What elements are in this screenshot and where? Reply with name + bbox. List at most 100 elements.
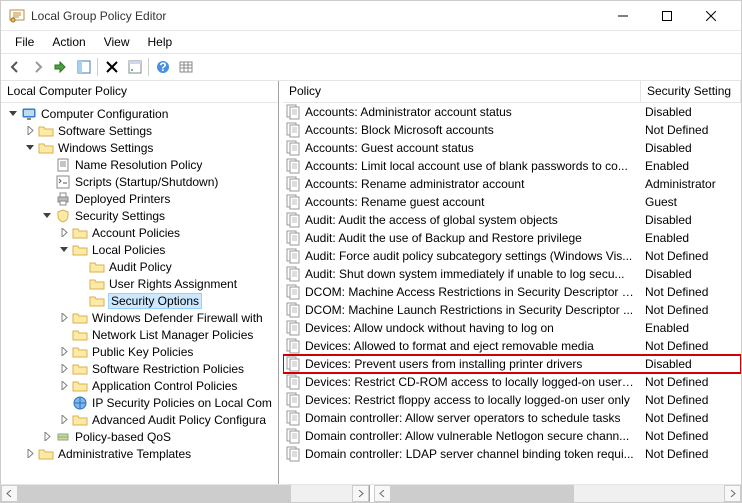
tree-item[interactable]: Software Restriction Policies [1,360,278,377]
twisty-closed-icon[interactable] [58,380,70,392]
folder-icon [72,344,88,360]
twisty-closed-icon[interactable] [24,125,36,137]
tree-item[interactable]: Security Options [1,292,278,309]
policy-row[interactable]: Audit: Audit the access of global system… [283,211,741,229]
left-hscrollbar[interactable] [1,485,370,502]
policy-row[interactable]: Accounts: Limit local account use of bla… [283,157,741,175]
tree-item[interactable]: Policy-based QoS [1,428,278,445]
twisty-closed-icon[interactable] [24,448,36,460]
up-button[interactable] [49,56,72,78]
twisty-open-icon[interactable] [41,210,53,222]
tree-item[interactable]: Security Settings [1,207,278,224]
policy-row[interactable]: DCOM: Machine Launch Restrictions in Sec… [283,301,741,319]
policy-icon [285,230,301,246]
policy-row[interactable]: Devices: Restrict floppy access to local… [283,391,741,409]
policy-row[interactable]: Domain controller: Allow server operator… [283,409,741,427]
policy-icon [285,338,301,354]
close-button[interactable] [689,2,733,30]
tree-item[interactable]: Windows Settings [1,139,278,156]
menu-view[interactable]: View [96,33,138,51]
tree-item[interactable]: Local Policies [1,241,278,258]
policy-setting: Not Defined [641,249,741,263]
policy-row[interactable]: Devices: Prevent users from installing p… [283,355,741,373]
policy-row[interactable]: Devices: Restrict CD-ROM access to local… [283,373,741,391]
policy-row[interactable]: Domain controller: LDAP server channel b… [283,445,741,463]
menu-file[interactable]: File [7,33,42,51]
right-hscrollbar[interactable] [374,485,742,502]
menu-action[interactable]: Action [44,33,93,51]
scroll-left-icon[interactable] [1,485,18,502]
properties-button[interactable] [123,56,146,78]
twisty-closed-icon[interactable] [58,312,70,324]
policy-name: Audit: Audit the use of Backup and Resto… [305,231,641,245]
menu-help[interactable]: Help [140,33,181,51]
tree-item[interactable]: Administrative Templates [1,445,278,462]
tree-item[interactable]: Scripts (Startup/Shutdown) [1,173,278,190]
tree-item-label: Security Settings [74,209,166,223]
policy-row[interactable]: Accounts: Rename guest accountGuest [283,193,741,211]
twisty-closed-icon[interactable] [58,346,70,358]
tree-item[interactable]: Name Resolution Policy [1,156,278,173]
tree-item[interactable]: Software Settings [1,122,278,139]
tree-item-label: Account Policies [91,226,181,240]
policy-row[interactable]: Accounts: Rename administrator accountAd… [283,175,741,193]
twisty-open-icon[interactable] [58,244,70,256]
tree-item[interactable]: Deployed Printers [1,190,278,207]
policy-row[interactable]: Devices: Allow undock without having to … [283,319,741,337]
help-button[interactable]: ? [151,56,174,78]
minimize-button[interactable] [601,2,645,30]
policy-row[interactable]: Audit: Audit the use of Backup and Resto… [283,229,741,247]
folder-icon [72,361,88,377]
policy-row[interactable]: Accounts: Guest account statusDisabled [283,139,741,157]
scroll-right-icon[interactable] [352,485,369,502]
policy-row[interactable]: Audit: Shut down system immediately if u… [283,265,741,283]
tree-item[interactable]: Application Control Policies [1,377,278,394]
folder-icon [89,276,105,292]
twisty-closed-icon[interactable] [58,414,70,426]
twisty-open-icon[interactable] [7,108,19,120]
tree-item[interactable]: Account Policies [1,224,278,241]
tree-item[interactable]: Public Key Policies [1,343,278,360]
show-hide-tree-button[interactable] [72,56,95,78]
tree-item-label: Public Key Policies [91,345,194,359]
delete-button[interactable] [100,56,123,78]
column-header[interactable]: Policy Security Setting [283,81,741,103]
tree-item[interactable]: IP Security Policies on Local Com [1,394,278,411]
policy-list[interactable]: Accounts: Administrator account statusDi… [283,103,741,484]
policy-row[interactable]: DCOM: Machine Access Restrictions in Sec… [283,283,741,301]
col-policy[interactable]: Policy [283,81,641,102]
policy-setting: Not Defined [641,429,741,443]
tree-item[interactable]: Advanced Audit Policy Configura [1,411,278,428]
col-security-setting[interactable]: Security Setting [641,81,741,102]
scroll-right-icon[interactable] [724,485,741,502]
policy-setting: Enabled [641,231,741,245]
policy-setting: Disabled [641,141,741,155]
policy-icon [285,284,301,300]
tree-item[interactable]: Network List Manager Policies [1,326,278,343]
maximize-button[interactable] [645,2,689,30]
scroll-left-icon[interactable] [374,485,391,502]
tree-item[interactable]: Windows Defender Firewall with [1,309,278,326]
twisty-closed-icon[interactable] [58,363,70,375]
forward-button[interactable] [26,56,49,78]
policy-name: Accounts: Limit local account use of bla… [305,159,641,173]
twisty-open-icon[interactable] [24,142,36,154]
policy-row[interactable]: Audit: Force audit policy subcategory se… [283,247,741,265]
tree-item[interactable]: Audit Policy [1,258,278,275]
tree-item[interactable]: User Rights Assignment [1,275,278,292]
policy-row[interactable]: Accounts: Block Microsoft accountsNot De… [283,121,741,139]
tree-item-label: Software Restriction Policies [91,362,245,376]
back-button[interactable] [3,56,26,78]
twisty-closed-icon[interactable] [41,431,53,443]
folder-icon [72,412,88,428]
export-list-button[interactable] [174,56,197,78]
tree[interactable]: Computer ConfigurationSoftware SettingsW… [1,103,278,464]
policy-row[interactable]: Devices: Allowed to format and eject rem… [283,337,741,355]
policy-icon [285,266,301,282]
policy-icon [285,356,301,372]
policy-row[interactable]: Accounts: Administrator account statusDi… [283,103,741,121]
policy-row[interactable]: Domain controller: Allow vulnerable Netl… [283,427,741,445]
tree-item[interactable]: Computer Configuration [1,105,278,122]
policy-icon [285,176,301,192]
twisty-closed-icon[interactable] [58,227,70,239]
